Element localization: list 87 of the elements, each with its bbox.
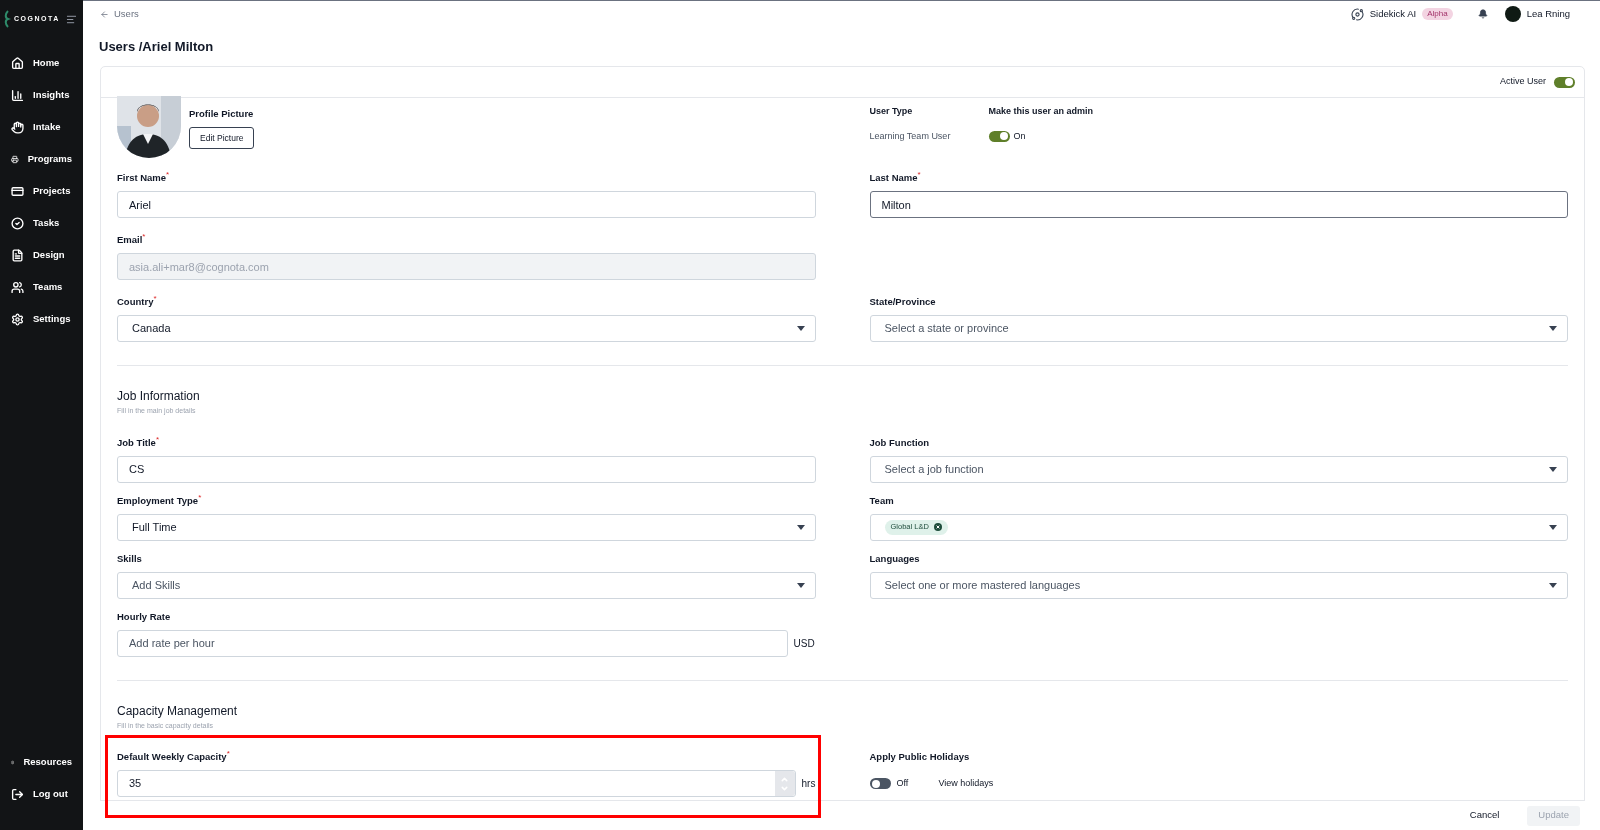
admin-label: Make this user an admin [988,105,1095,118]
profile-picture-label: Profile Picture [189,107,254,121]
caret-icon [1549,466,1557,472]
caret-icon [1549,326,1557,331]
required-mark: * [155,435,159,444]
nav-item[interactable]: Tasks [33,215,60,231]
field-label: Job Function [869,435,930,450]
select-field[interactable]: Select a state or province [869,315,1568,342]
caret-icon [796,326,805,331]
field-label: Skills [117,551,142,566]
nav-item[interactable]: Teams [33,279,63,295]
required-mark: * [198,493,202,502]
toggle-label: Off [896,776,910,790]
field-label: State/Province [869,295,936,309]
field-label: First Name [117,171,167,185]
toggle-label: On [1013,129,1026,143]
logout-icon [11,787,24,801]
number-field[interactable]: 35 [117,770,796,797]
view-holidays-link[interactable]: View holidays [938,776,994,791]
nav-item[interactable]: Design [33,247,65,263]
check-circle-icon [11,216,24,230]
text-field[interactable]: Ariel [117,191,816,218]
cancel-button[interactable]: Cancel [1461,808,1508,823]
caret-icon [1549,524,1557,530]
field-label: Team [869,493,894,508]
section-title: Capacity Management [117,702,239,720]
text-field[interactable]: Add rate per hour [117,629,788,657]
toggle-switch[interactable] [869,778,891,789]
page-title: Users /Ariel Milton [99,37,214,56]
nav-item[interactable]: Settings [33,311,71,327]
field-label: Job Title [117,435,156,450]
bar-chart-icon [11,88,24,102]
text-field[interactable]: CS [117,455,816,483]
field-label: Hourly Rate [117,609,171,624]
field-label: Apply Public Holidays [869,750,970,764]
field-label: Last Name [869,171,918,185]
home-icon [11,56,24,70]
nav-item[interactable]: Intake [33,119,61,135]
logo-icon [3,10,11,28]
user-name[interactable]: Lea Rning [1526,6,1570,22]
hand-icon [11,120,24,134]
toggle-switch[interactable] [1554,76,1575,88]
nav-item[interactable]: Programs [27,151,72,167]
planet-icon [1350,7,1364,21]
back-arrow-icon [100,9,109,19]
select-field[interactable]: Select one or more mastered languages [869,571,1568,599]
nav-item[interactable]: Resources [23,754,72,770]
required-mark: * [142,233,146,241]
toggle-switch[interactable] [988,130,1010,142]
document-icon [11,248,24,262]
select-field[interactable]: Full Time [117,513,816,541]
caret-icon [796,582,805,588]
back-link[interactable]: Users [100,6,139,22]
user-avatar[interactable] [1504,6,1521,22]
remove-icon[interactable] [933,523,942,531]
text-field[interactable]: Milton [869,191,1568,218]
active-user-label: Active User [1500,75,1546,89]
required-mark: * [166,171,170,179]
user-type-value: Learning Team User [869,129,952,143]
select-field[interactable]: Canada [117,315,816,342]
field-label: Languages [869,551,920,566]
nav-item[interactable]: Home [33,55,60,71]
user-type-label: User Type [869,105,914,118]
select-field[interactable]: Add Skills [117,571,816,599]
nav-item[interactable]: Projects [33,183,71,199]
caret-icon [1549,582,1557,588]
field-label: Employment Type [117,493,199,508]
alpha-badge: Alpha [1422,8,1453,20]
notifications-icon[interactable] [1477,9,1488,19]
unit-label: hrs [801,777,816,791]
unit-label: USD [793,636,816,651]
field-label: Country [117,295,154,309]
caret-icon [796,524,805,530]
required-mark: * [226,750,230,758]
card-icon [11,184,24,198]
required-mark: * [153,295,157,303]
field-label: Default Weekly Capacity [117,750,227,764]
required-mark: * [917,171,921,179]
section-title: Job Information [117,388,201,405]
people-icon [11,280,24,294]
sidekick-link[interactable]: Sidekick AI [1369,6,1417,22]
nav-item[interactable]: Log out [33,786,68,802]
edit-picture-button[interactable]: Edit Picture [189,127,255,150]
settings-icon [11,312,24,326]
nav-item[interactable]: Insights [33,87,70,103]
menu-icon[interactable] [66,13,77,25]
select-field[interactable]: Select a job function [869,455,1568,483]
